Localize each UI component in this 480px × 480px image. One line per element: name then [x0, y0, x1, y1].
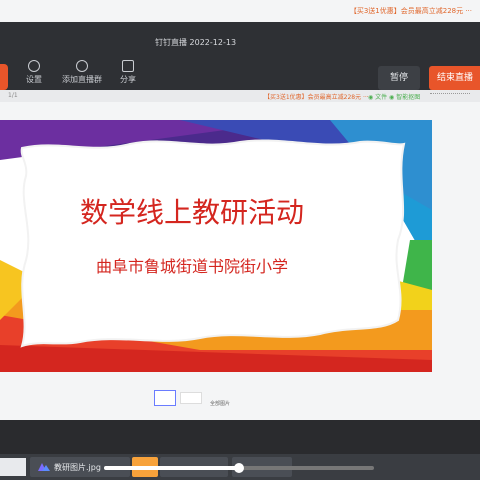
share-icon: [122, 60, 134, 72]
settings-button[interactable]: 设置: [26, 60, 42, 85]
slide-title: 数学线上教研活动: [80, 196, 304, 229]
settings-label: 设置: [26, 75, 42, 84]
page-indicator: 1/1: [8, 92, 18, 99]
taskbar: 教研图片.jpg: [0, 454, 480, 480]
share-label: 分享: [120, 75, 136, 84]
taskbar-start[interactable]: [0, 458, 26, 476]
slide-image: 数学线上教研活动 曲阜市鲁城街道书院街小学: [0, 120, 432, 372]
slide-subtitle: 曲阜市鲁城街道书院街小学: [96, 257, 288, 276]
live-window-title: 钉钉直播 2022-12-13: [155, 38, 237, 47]
viewer-tools[interactable]: ◉ 文件 ◉ 智能抠图: [368, 92, 420, 101]
add-group-label: 添加直播群: [62, 75, 102, 84]
window-controls[interactable]: [430, 93, 470, 100]
thumbnail-current[interactable]: [154, 390, 176, 406]
add-group-button[interactable]: 添加直播群: [62, 60, 102, 85]
image-viewer: 1/1 【买3送1优惠】会员最高立减228元 ··· ◉ 文件 ◉ 智能抠图 数…: [0, 90, 480, 420]
all-images-link[interactable]: 全部图片: [210, 400, 230, 407]
live-control-bar: 钉钉直播 2022-12-13 设置 添加直播群 分享 暂停 结束直播: [0, 22, 480, 90]
image-file-icon: [38, 463, 50, 471]
taskbar-file-name: 教研图片.jpg: [54, 463, 101, 472]
desktop-area: [0, 420, 480, 454]
viewer-promo[interactable]: 【买3送1优惠】会员最高立减228元 ···: [264, 92, 369, 101]
video-progress-bar[interactable]: [104, 463, 374, 473]
progress-fill: [104, 466, 239, 470]
end-live-button[interactable]: 结束直播: [429, 66, 480, 90]
live-indicator[interactable]: [0, 64, 8, 90]
gear-icon: [28, 60, 40, 72]
promo-text[interactable]: 【买3送1优惠】会员最高立减228元 ···: [350, 6, 472, 16]
share-button[interactable]: 分享: [120, 60, 136, 85]
viewer-toolbar: 1/1 【买3送1优惠】会员最高立减228元 ··· ◉ 文件 ◉ 智能抠图: [0, 90, 480, 102]
progress-handle[interactable]: [234, 463, 244, 473]
pause-button[interactable]: 暂停: [378, 66, 420, 90]
top-promo-strip: 【买3送1优惠】会员最高立减228元 ···: [0, 0, 480, 22]
slide-background: 数学线上教研活动 曲阜市鲁城街道书院街小学: [0, 120, 432, 372]
thumbnail[interactable]: [180, 392, 202, 404]
add-group-icon: [76, 60, 88, 72]
